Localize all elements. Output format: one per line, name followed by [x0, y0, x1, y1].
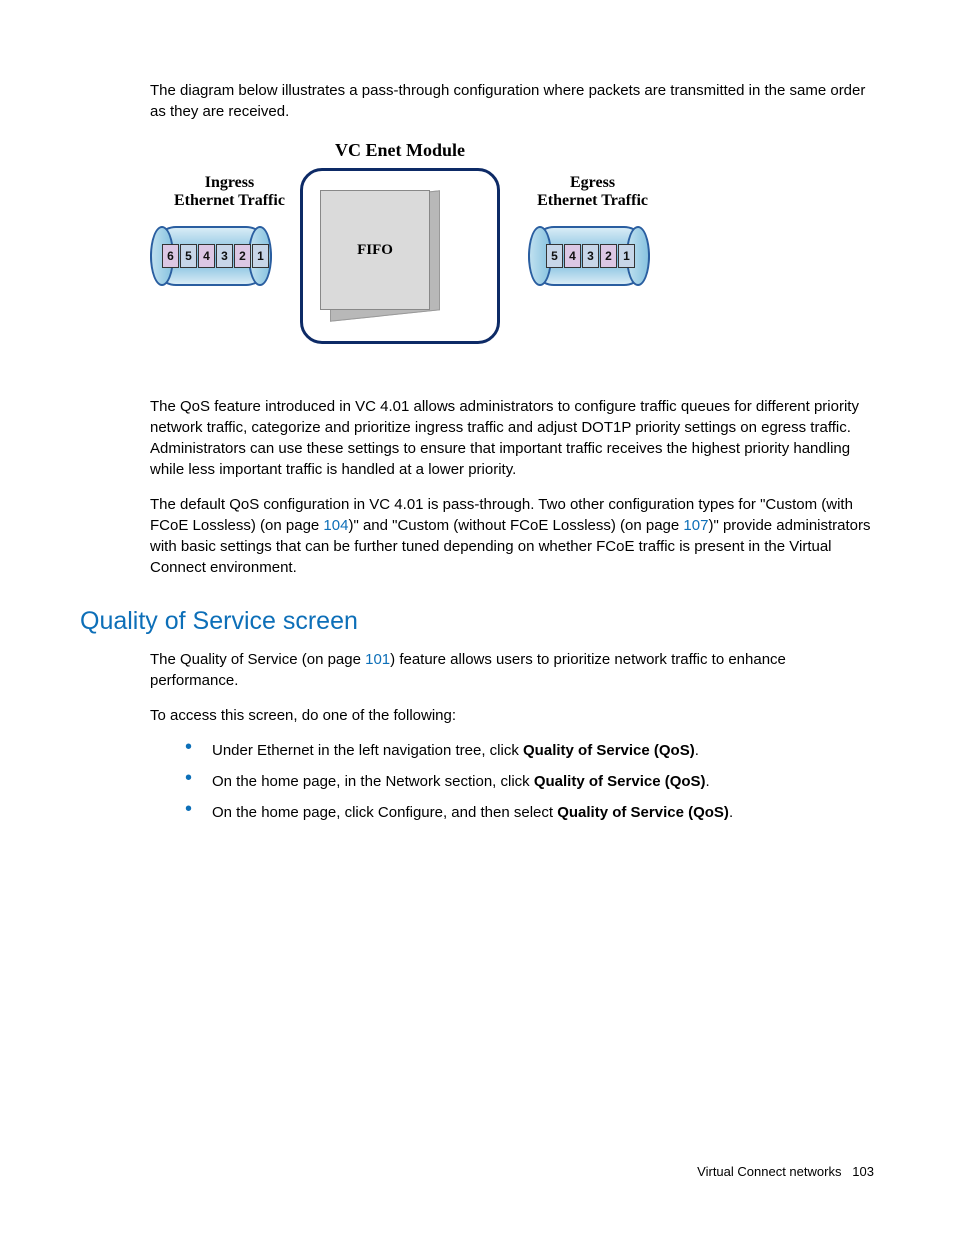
page-footer: Virtual Connect networks 103 [697, 1163, 874, 1181]
packet-box: 5 [180, 244, 197, 268]
packet-box: 1 [618, 244, 635, 268]
packet-box: 3 [582, 244, 599, 268]
diagram-title: VC Enet Module [150, 140, 650, 161]
bold-term: Quality of Service (QoS) [534, 773, 706, 790]
list-item: Under Ethernet in the left navigation tr… [190, 740, 874, 761]
access-methods-list: Under Ethernet in the left navigation tr… [190, 740, 874, 823]
list-item: On the home page, click Configure, and t… [190, 802, 874, 823]
packet-box: 4 [564, 244, 581, 268]
page-link-107[interactable]: 107 [683, 517, 708, 534]
para-qos-intro: The QoS feature introduced in VC 4.01 al… [150, 396, 874, 480]
page-link-104[interactable]: 104 [323, 517, 348, 534]
para-access-instructions: To access this screen, do one of the fol… [150, 705, 874, 726]
fifo-block: FIFO [320, 190, 430, 310]
ingress-pipe: 654321 [150, 226, 272, 286]
packet-box: 5 [546, 244, 563, 268]
para-qos-screen-intro: The Quality of Service (on page 101) fea… [150, 649, 874, 691]
packet-box: 1 [252, 244, 269, 268]
bold-term: Quality of Service (QoS) [557, 804, 729, 821]
egress-pipe: 54321 [528, 226, 650, 286]
packet-box: 2 [600, 244, 617, 268]
egress-label: Egress Ethernet Traffic [537, 174, 648, 211]
page-link-101[interactable]: 101 [365, 651, 390, 668]
para-intro: The diagram below illustrates a pass-thr… [150, 80, 874, 122]
packet-box: 3 [216, 244, 233, 268]
ingress-label: Ingress Ethernet Traffic [174, 174, 285, 211]
list-item: On the home page, in the Network section… [190, 771, 874, 792]
packet-box: 2 [234, 244, 251, 268]
packet-box: 4 [198, 244, 215, 268]
fifo-diagram: VC Enet Module Ingress Ethernet Traffic … [150, 140, 650, 370]
para-qos-default: The default QoS configuration in VC 4.01… [150, 494, 874, 578]
bold-term: Quality of Service (QoS) [523, 742, 695, 759]
section-heading-qos-screen: Quality of Service screen [80, 604, 874, 639]
packet-box: 6 [162, 244, 179, 268]
